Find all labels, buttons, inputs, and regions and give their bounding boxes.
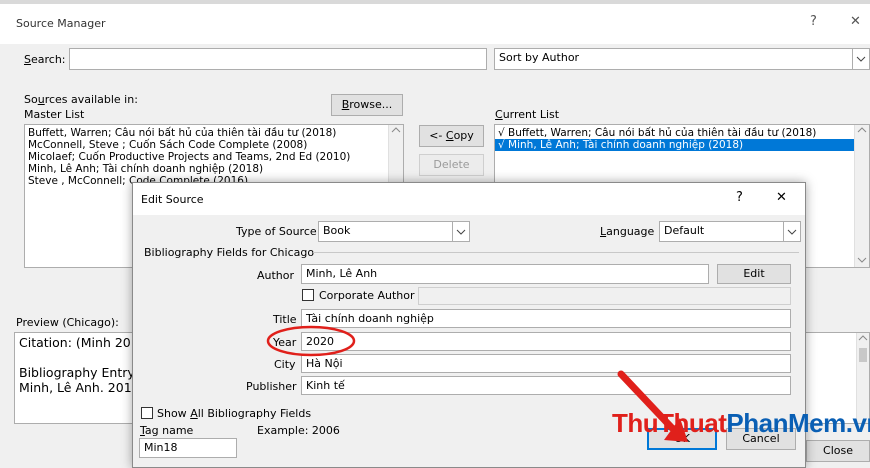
watermark-logo: ThuThuatPhanMem.vn [612,408,870,439]
year-highlight-circle [266,325,356,357]
watermark-part2: PhanMem [726,408,846,438]
annotation-overlay [266,325,688,442]
watermark-part1: ThuThuat [612,408,727,438]
watermark-part3: .vn [845,408,870,438]
